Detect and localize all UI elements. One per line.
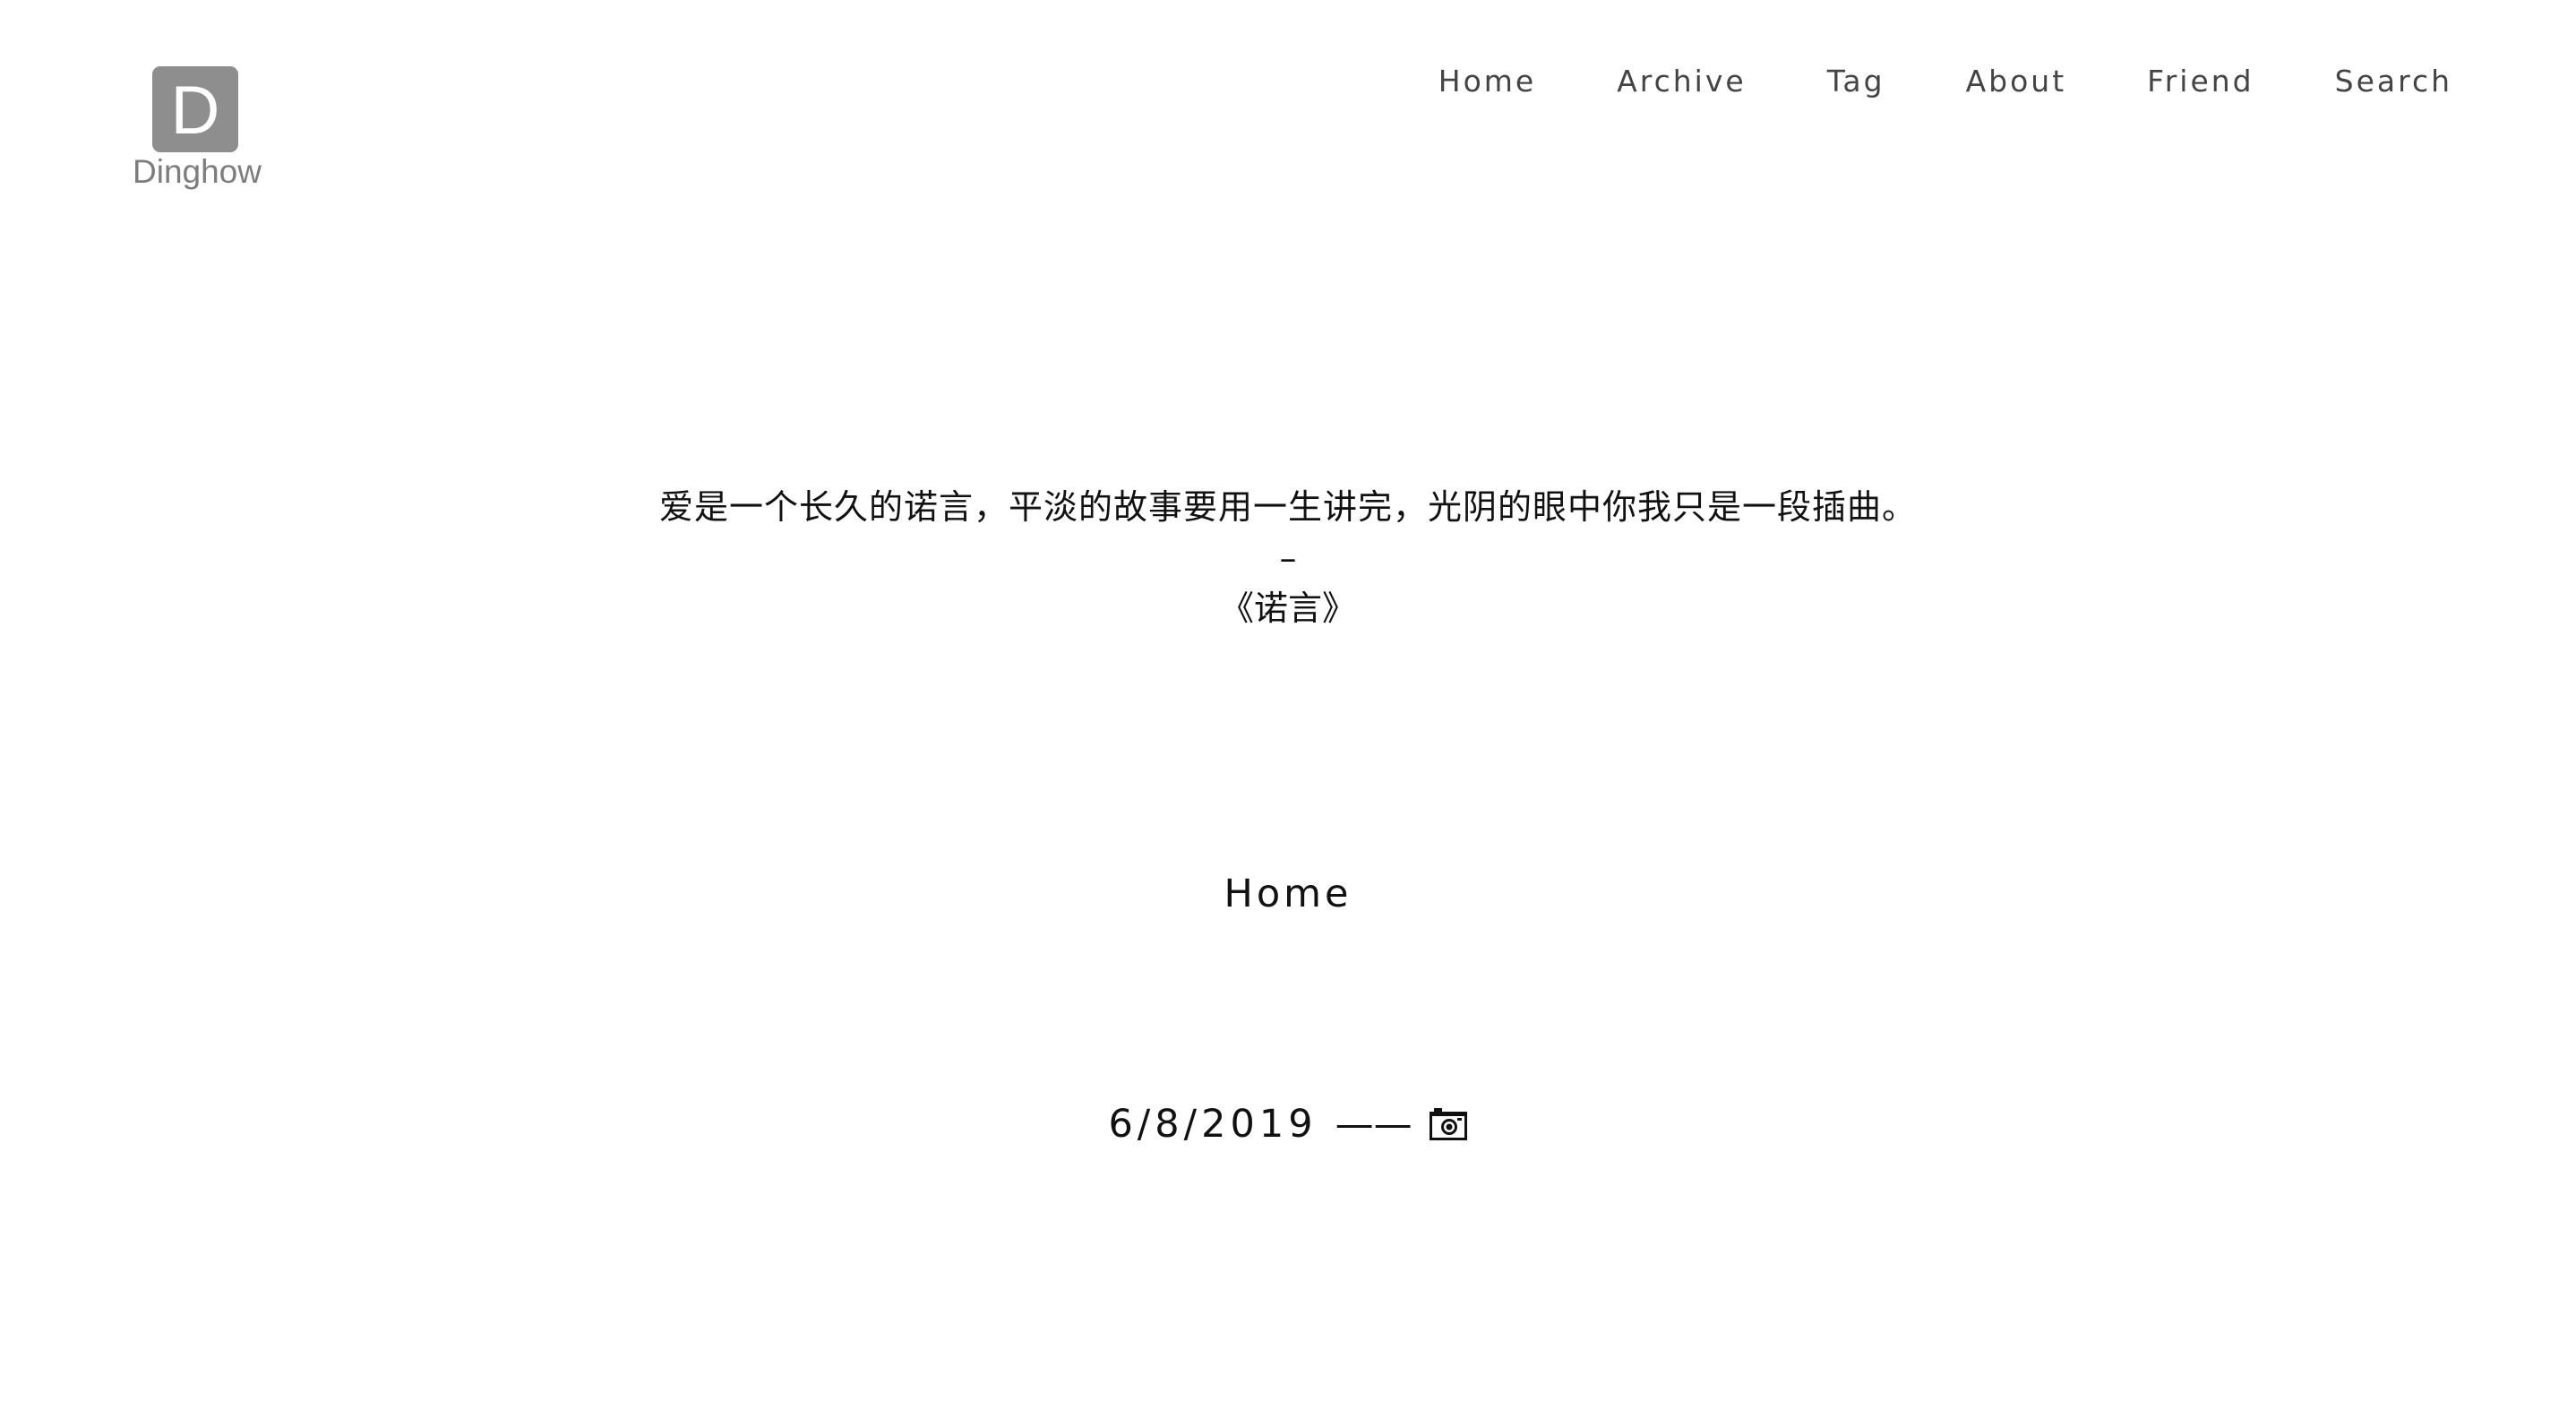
nav-item-tag[interactable]: Tag [1827, 59, 1885, 104]
post-separator: —— [1335, 1102, 1413, 1147]
quote-dash: – [1279, 538, 1297, 578]
section-title: Home [1224, 872, 1352, 916]
nav-item-archive[interactable]: Archive [1617, 59, 1746, 104]
camera-icon [1429, 1107, 1468, 1141]
logo-text: Dinghow [133, 153, 262, 190]
nav-item-home[interactable]: Home [1438, 59, 1536, 104]
post-date: 6/8/2019 [1108, 1102, 1318, 1147]
nav-item-search[interactable]: Search [2335, 59, 2452, 104]
hero-quote: 爱是一个长久的诺言，平淡的故事要用一生讲完，光阴的眼中你我只是一段插曲。 – 《… [0, 482, 2576, 633]
nav-item-about[interactable]: About [1966, 59, 2067, 104]
page: D Dinghow Home Archive Tag About Friend … [0, 0, 2576, 1401]
site-logo[interactable]: D Dinghow [125, 63, 269, 197]
main-nav: Home Archive Tag About Friend Search [1438, 59, 2452, 104]
quote-source: 《诺言》 [1219, 589, 1356, 628]
logo-mark: D [152, 66, 238, 152]
nav-item-friend[interactable]: Friend [2147, 59, 2254, 104]
quote-text: 爱是一个长久的诺言，平淡的故事要用一生讲完，光阴的眼中你我只是一段插曲。 [658, 487, 1917, 527]
post-entry[interactable]: 6/8/2019 —— [0, 1097, 2576, 1151]
